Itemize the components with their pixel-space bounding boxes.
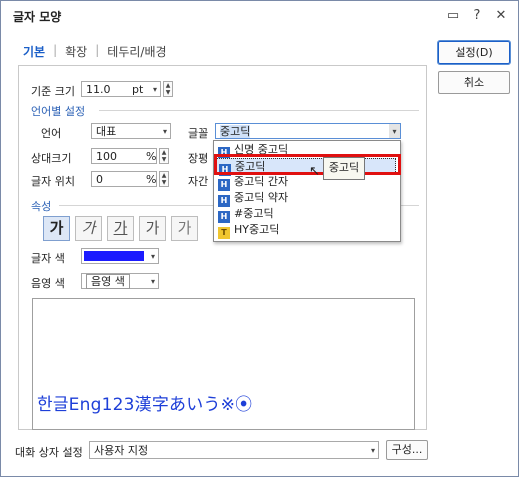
font-option-label: 중고딕 간자 [234,175,289,188]
base-size-value: 11.0 [86,83,111,96]
ratio-label: 장평 [188,152,209,165]
language-label: 언어 [41,127,62,140]
shade-color-picker[interactable]: 음영 색 ▾ [81,273,159,289]
dialog-settings-value: 사용자 지정 [94,444,149,457]
language-select[interactable]: 대표 ▾ [91,123,171,139]
tab-separator: | [53,43,58,57]
tab-extended[interactable]: 확장 [65,43,87,60]
config-button[interactable]: 구성... [386,440,428,460]
font-value: 중고딕 [220,125,251,138]
base-size-label: 기준 크기 [31,85,75,98]
dialog-settings-select[interactable]: 사용자 지정 ▾ [89,441,379,459]
relative-size-value: 100 [96,150,117,163]
position-spinner[interactable]: ▲ ▼ [159,171,169,187]
tab-bar: 기본 | 확장 | 테두리/배경 [23,43,167,60]
relative-size-label: 상대크기 [31,152,72,165]
mouse-cursor-icon: ↖ [309,164,320,179]
position-unit: % [146,173,157,186]
relative-size-spinner[interactable]: ▲ ▼ [159,148,169,164]
base-size-spinner[interactable]: ▲ ▼ [163,81,173,97]
outline-button[interactable]: 가 [171,216,198,241]
chevron-down-icon[interactable]: ▾ [163,124,167,140]
relative-size-unit: % [146,150,157,163]
chevron-down-icon[interactable]: ▾ [153,82,157,98]
tab-separator: | [95,43,100,57]
base-size-unit: pt [132,83,144,96]
font-label: 글꼴 [188,127,209,140]
section-divider [99,110,419,111]
italic-button[interactable]: 가 [75,216,102,241]
font-option-label: HY중고딕 [234,223,280,236]
position-value: 0 [96,173,103,186]
chat-icon[interactable]: ▭ [444,6,462,24]
base-size-input[interactable]: 11.0 pt ▾ [81,81,161,97]
chevron-down-icon[interactable]: ▾ [151,249,155,265]
chevron-down-icon[interactable]: ▾ [389,124,400,138]
shade-color-value: 음영 색 [86,274,130,289]
strikethrough-button[interactable]: 가 [139,216,166,241]
attributes-section-title: 속성 [31,200,52,213]
font-option-label: 중고딕 약자 [234,191,289,204]
font-option[interactable]: H #중고딕 [216,206,396,223]
close-icon[interactable]: ✕ [492,6,510,24]
text-color-label: 글자 색 [31,252,65,265]
chevron-down-icon[interactable]: ▾ [371,442,375,459]
font-option[interactable]: T HY중고딕 [216,222,396,239]
font-option-label: #중고딕 [234,207,274,220]
font-select[interactable]: 중고딕 ▾ [215,123,401,139]
tab-panel: 기준 크기 11.0 pt ▾ ▲ ▼ 언어별 설정 언어 대표 ▾ 글꼴 중고딕… [18,65,427,430]
window-title: 글자 모양 [13,10,62,24]
font-option[interactable]: H 중고딕 약자 [216,190,396,207]
dialog-window: 글자 모양 ▭ ? ✕ 기본 | 확장 | 테두리/배경 기준 크기 11.0 … [0,0,519,477]
cancel-button[interactable]: 취소 [438,71,510,94]
language-value: 대표 [96,125,117,138]
font-tooltip: 중고딕 [323,157,365,180]
tab-basic[interactable]: 기본 [23,43,45,60]
relative-size-input[interactable]: 100 % [91,148,157,164]
chevron-down-icon[interactable]: ▾ [151,274,155,290]
lang-section-title: 언어별 설정 [31,105,86,118]
position-input[interactable]: 0 % [91,171,157,187]
bold-button[interactable]: 가 [43,216,70,241]
text-color-swatch [84,251,144,261]
tab-border-background[interactable]: 테두리/배경 [107,43,166,60]
title-bar: 글자 모양 ▭ ? ✕ [1,1,518,31]
text-color-picker[interactable]: ▾ [81,248,159,264]
help-icon[interactable]: ? [468,6,486,24]
truetype-icon: T [218,227,230,239]
dialog-settings-label: 대화 상자 설정 [15,446,83,459]
ok-button[interactable]: 설정(D) [437,40,511,65]
preview-box: 한글Eng123漢字あいう※⦿ [32,298,415,430]
highlight-box [214,154,401,175]
shade-color-label: 음영 색 [31,277,65,290]
font-option[interactable]: H 중고딕 간자 [216,174,396,191]
title-bar-icons: ▭ ? ✕ [444,6,510,24]
preview-text: 한글Eng123漢字あいう※⦿ [37,395,253,415]
spacing-label: 자간 [188,175,209,188]
underline-button[interactable]: 가 [107,216,134,241]
position-label: 글자 위치 [31,175,75,188]
